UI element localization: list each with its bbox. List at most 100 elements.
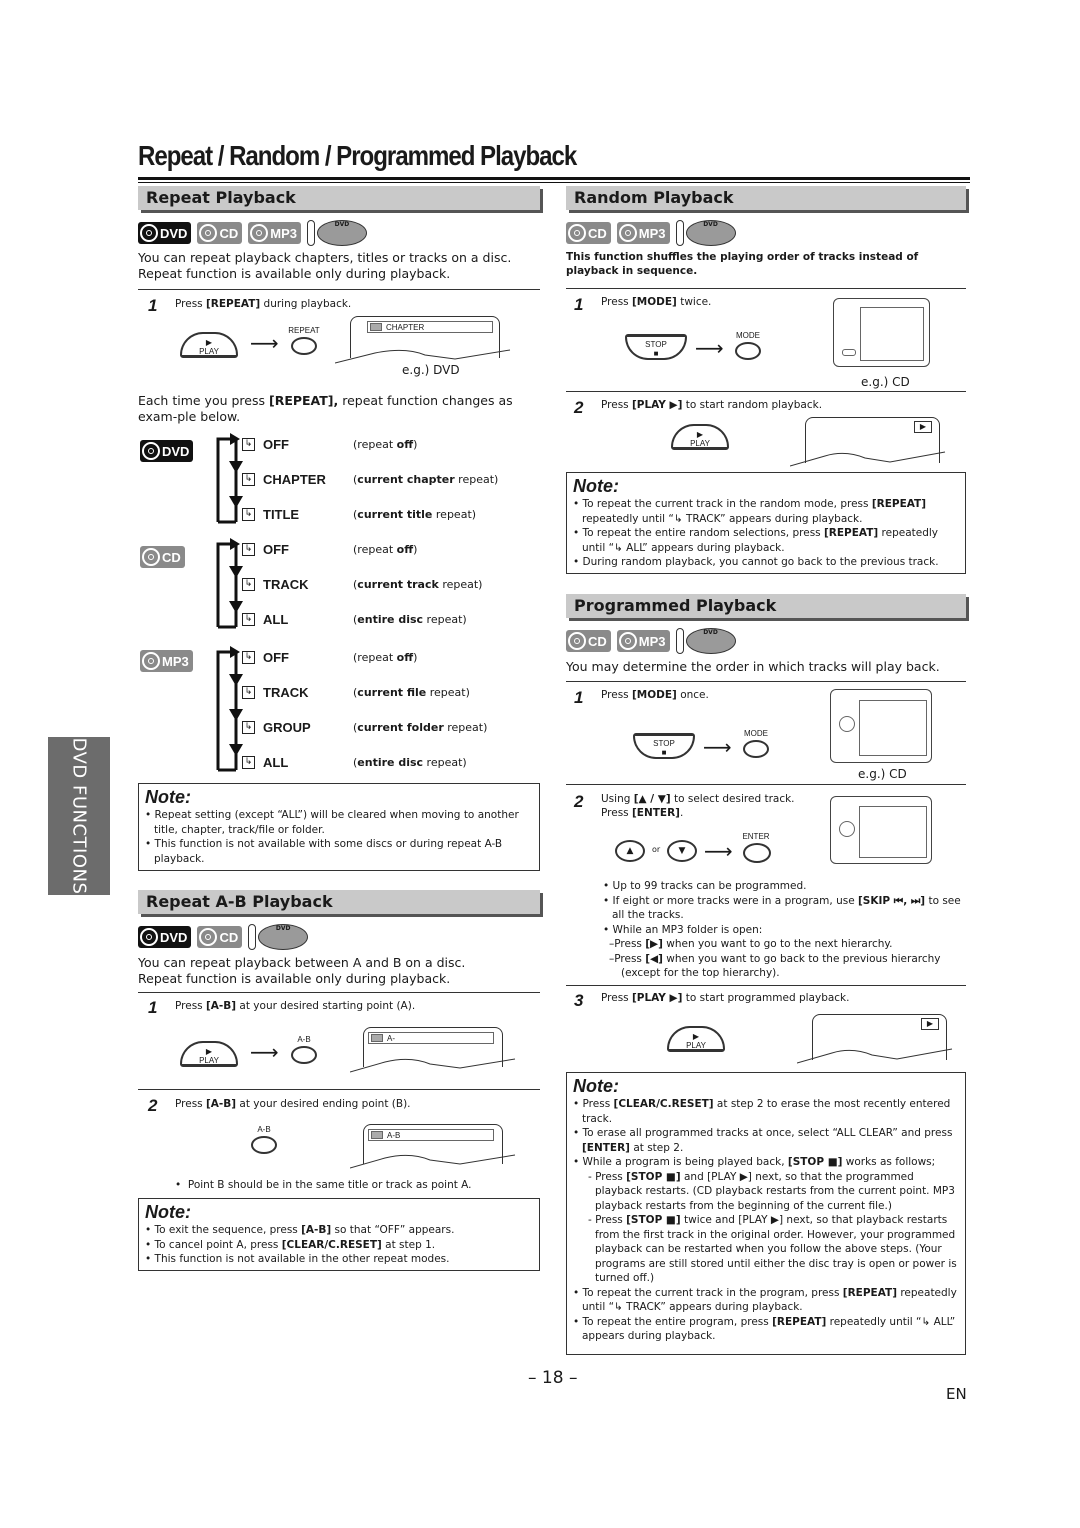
text-bold: off	[396, 651, 414, 664]
badge-label: CD	[588, 225, 607, 241]
title-rule	[138, 177, 970, 180]
mp3-badge: MP3	[616, 630, 670, 652]
text-bold: [STOP ■]	[626, 1214, 681, 1226]
dvd-disc-icon: DVD	[685, 220, 736, 246]
play-icon: ▶	[696, 430, 704, 439]
dvd-badge: DVD	[138, 222, 192, 244]
button-label: PLAY	[686, 1041, 706, 1050]
dvd-disc-icon: DVD	[316, 220, 367, 246]
text: To exit the sequence, press	[154, 1224, 302, 1236]
language-code: EN	[946, 1385, 967, 1403]
mp3-badge: MP3	[616, 222, 670, 244]
text-bold: [STOP ■]	[626, 1170, 681, 1183]
button-label: PLAY	[199, 347, 219, 356]
text: While a program is being played back,	[582, 1156, 788, 1168]
text: .	[679, 807, 684, 819]
program-step1-text: Press [MODE] once.	[601, 688, 709, 702]
note-subitem: Press [STOP ■] and [PLAY ▶] next, so tha…	[573, 1170, 959, 1214]
remote-icon	[248, 924, 257, 950]
dvd-disc-icon: DVD	[258, 924, 309, 950]
random-step2-text: Press [PLAY ▶] to start random playback.	[601, 398, 822, 412]
text: To repeat the entire random selections, …	[582, 527, 824, 539]
ab-step2-bullet: • Point B should be in the same title or…	[175, 1179, 472, 1191]
text: at step 2.	[629, 1141, 684, 1154]
arrow-right-icon: ⟶	[250, 331, 279, 355]
remote-icon	[675, 220, 684, 246]
text: (repeat	[353, 438, 397, 451]
text: Press	[175, 1098, 206, 1110]
play-button-illustration: ▶ PLAY	[180, 332, 238, 358]
text-bold: [CLEAR/C.RESET]	[281, 1238, 382, 1251]
text: If eight or more tracks were in a progra…	[612, 894, 858, 907]
text: While an MP3 folder is open:	[612, 923, 763, 936]
repeat-icon: ↳	[242, 651, 255, 664]
badge-label: CD	[219, 929, 239, 945]
repeat-step1-text: Press [REPEAT] during playback.	[175, 297, 351, 311]
step-number: 2	[574, 792, 584, 811]
text: Press	[601, 689, 632, 701]
bullet-list: Up to 99 tracks can be programmed. If ei…	[603, 879, 963, 981]
arrow-right-icon: ⟶	[250, 1040, 279, 1064]
play-button-illustration: ▶ PLAY	[671, 424, 729, 450]
screen-wave	[790, 451, 946, 467]
badge-label: MP3	[270, 225, 297, 241]
disc-icon	[618, 224, 637, 242]
badge-label: CD	[588, 633, 607, 649]
text: Using	[601, 793, 634, 805]
stop-button-illustration: STOP ■	[625, 334, 687, 360]
enter-button-label: ENTER	[742, 832, 770, 841]
mode-desc: (entire disc repeat)	[353, 756, 467, 769]
repeat-icon: ↳	[242, 721, 255, 734]
ab-step2-text: Press [A-B] at your desired ending point…	[175, 1097, 411, 1111]
key-label: [REPEAT]	[205, 298, 261, 310]
step-number: 3	[574, 991, 584, 1010]
random-screen-illustration	[833, 298, 930, 367]
mode-label: TRACK	[263, 685, 309, 700]
repeat-group-cd: CD ↳ OFF (repeat off) ↳ TRACK (current track…	[138, 532, 540, 640]
mode-desc: (current chapter repeat)	[353, 473, 498, 486]
remote-disc-icon: DVD	[675, 220, 736, 246]
random-note: Note: To repeat the current track in the…	[566, 472, 966, 574]
mode-desc: (current track repeat)	[353, 578, 482, 591]
stop-button-illustration: STOP ■	[633, 733, 695, 759]
repeat-mode-row: ↳ ALL (entire disc repeat)	[242, 602, 482, 637]
note-item: During random playback, you cannot go ba…	[573, 555, 959, 570]
text: –Press	[609, 952, 646, 965]
repeat-playback-heading: Repeat Playback	[138, 186, 540, 210]
arrow-right-icon: ⟶	[695, 336, 724, 360]
note-list: To repeat the current track in the rando…	[573, 497, 959, 570]
repeat-disc-badges: DVD CD MP3 DVD	[138, 220, 367, 246]
button-label: PLAY	[690, 439, 710, 448]
text: so that “OFF” appears.	[331, 1224, 455, 1236]
text-bold: current chapter	[357, 473, 455, 486]
text: at step 1.	[381, 1238, 436, 1251]
play-indicator-icon: ▶	[914, 421, 932, 433]
osd-bar: A-	[368, 1032, 494, 1044]
random-intro: This function shuffles the playing order…	[566, 251, 919, 277]
badge-label: MP3	[638, 633, 666, 649]
disc-icon	[618, 632, 637, 650]
repeat-icon: ↳	[242, 438, 255, 451]
text-bold: off	[396, 543, 414, 556]
text-bold: [◀]	[645, 952, 663, 965]
key-label: [MODE]	[631, 689, 677, 701]
mode-label: TITLE	[263, 507, 300, 522]
repeat-mode-row: ↳ TRACK (current track repeat)	[242, 567, 482, 602]
disc-icon	[142, 548, 160, 566]
remote-disc-icon: DVD	[675, 628, 736, 654]
page-number: – 18 –	[528, 1368, 578, 1388]
note-item: To repeat the entire random selections, …	[573, 526, 959, 555]
text: once.	[676, 689, 709, 701]
repeat-ab-heading: Repeat A-B Playback	[138, 890, 540, 914]
program-step3-text: Press [PLAY ▶] to start programmed playb…	[601, 991, 849, 1005]
program-bullets: Up to 99 tracks can be programmed. If ei…	[603, 879, 963, 981]
cd-badge: CD	[197, 926, 243, 948]
bullet-item: While an MP3 folder is open:	[603, 923, 963, 938]
text: )	[413, 651, 418, 664]
repeat-group-dvd: DVD ↳ OFF (repeat off) ↳ CHAPTER (current ch…	[138, 427, 540, 532]
random-disc-badges: CD MP3 DVD	[566, 220, 736, 246]
osd-bar: A-B	[368, 1129, 494, 1141]
eg-label: e.g.) CD	[858, 767, 907, 781]
note-item: To repeat the current track in the rando…	[573, 497, 959, 526]
screen-wave	[797, 1048, 953, 1064]
